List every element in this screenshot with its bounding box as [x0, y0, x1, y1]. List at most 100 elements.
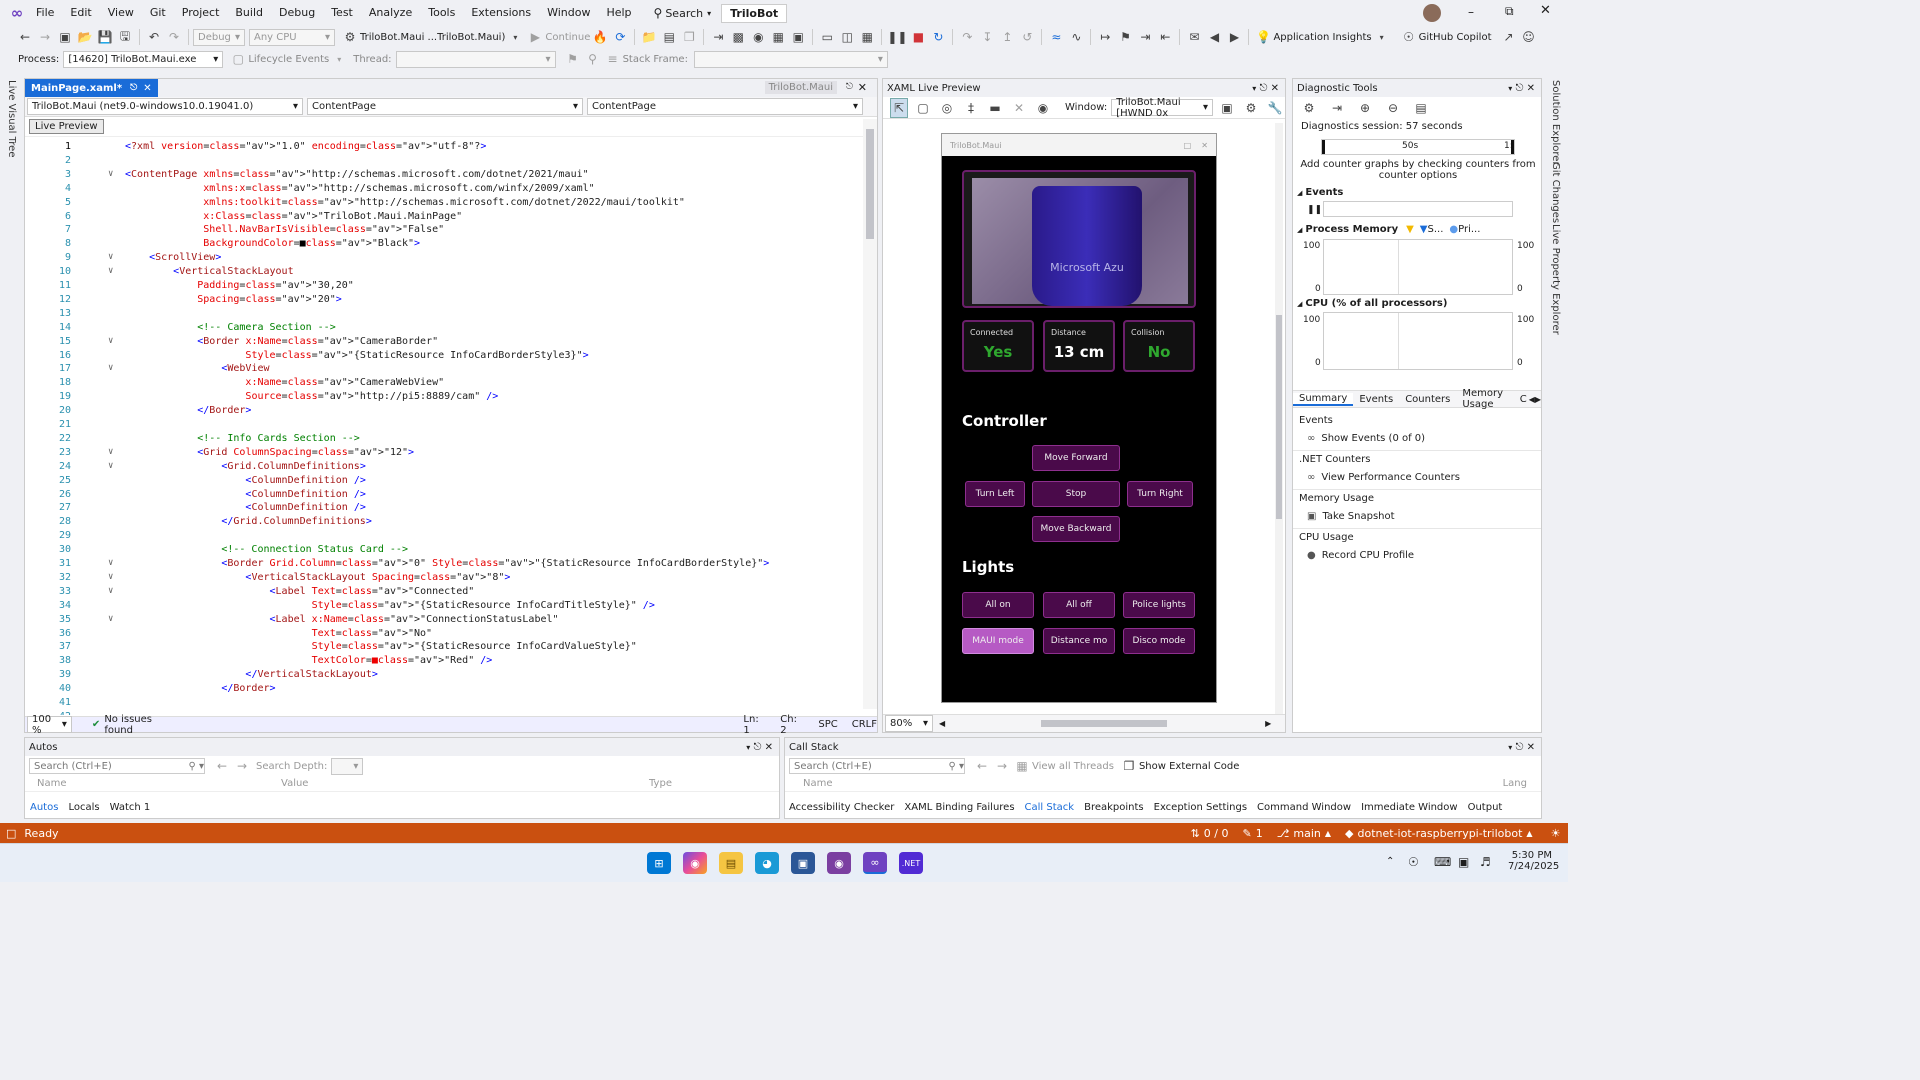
line-ending-indicator[interactable]: CRLF	[852, 719, 877, 730]
chevron-down-icon[interactable]: ▾	[1508, 743, 1512, 752]
back-icon[interactable]: ←	[213, 756, 231, 776]
security-icon[interactable]: ☉	[1408, 855, 1419, 869]
back-icon[interactable]: ←	[16, 27, 34, 47]
stack-frame-select[interactable]: ▾	[693, 50, 888, 68]
edge-browser-icon[interactable]: ◕	[755, 852, 779, 874]
process-memory-graph[interactable]	[1323, 239, 1513, 295]
export-icon[interactable]: ⇥	[1328, 98, 1346, 118]
summary-action-link[interactable]: ● Record CPU Profile	[1293, 546, 1541, 567]
timeline-ruler[interactable]: 50s 1:	[1321, 139, 1515, 155]
zoom-out-icon[interactable]: ⊖	[1384, 98, 1402, 118]
notifications-bell-icon[interactable]: ☀	[1551, 827, 1561, 840]
live-preview-button[interactable]: Live Preview	[29, 119, 104, 134]
preview-horizontal-scrollbar[interactable]	[1041, 720, 1168, 727]
save-all-icon[interactable]: 🖫	[116, 27, 134, 47]
scroll-tabs-right-icon[interactable]: ▶	[1535, 395, 1541, 404]
member-nav-select[interactable]: ContentPage ▾	[587, 98, 863, 115]
user-avatar[interactable]	[1423, 4, 1441, 22]
pin-icon[interactable]: ⎋	[846, 82, 853, 92]
pin-icon[interactable]: ⎋	[1516, 83, 1524, 94]
close-panel-icon[interactable]: ✕	[1271, 83, 1279, 94]
indent-icon[interactable]: ⇥	[1136, 27, 1154, 47]
store-icon[interactable]: ▣	[791, 852, 815, 874]
menu-item-tools[interactable]: Tools	[420, 0, 463, 26]
minimize-icon[interactable]: –	[1468, 5, 1474, 19]
pin-icon[interactable]: ⎋	[1516, 742, 1524, 753]
tab-events[interactable]: Events	[1353, 394, 1399, 405]
chevron-down-icon[interactable]: ▾	[1508, 84, 1512, 93]
show-external-code-button[interactable]: Show External Code	[1139, 761, 1239, 772]
fold-chevron-icon[interactable]: ∨	[108, 266, 113, 276]
terminal-icon[interactable]: ▦	[769, 27, 787, 47]
live-visual-tree-tab[interactable]: Live Visual Tree	[6, 80, 17, 157]
configuration-select[interactable]: Debug ▾	[193, 28, 245, 46]
autos-search-input[interactable]: Search (Ctrl+E) ⚲ ▾	[29, 758, 205, 774]
stop-button[interactable]: Stop	[1032, 481, 1120, 507]
hot-reload-icon[interactable]: 🔥	[591, 27, 609, 47]
chevron-down-icon[interactable]: ▾	[1373, 27, 1391, 47]
github-copilot-button[interactable]: GitHub Copilot	[1419, 32, 1492, 43]
menu-item-extensions[interactable]: Extensions	[463, 0, 539, 26]
call-stack-search-input[interactable]: Search (Ctrl+E) ⚲ ▾	[789, 758, 965, 774]
network-icon[interactable]: ▣	[1458, 855, 1469, 869]
process-memory-header[interactable]: ◢ Process Memory ▼ ▼ S... ● Pri...	[1297, 224, 1480, 235]
bookmark-icon[interactable]: ⚑	[1116, 27, 1134, 47]
new-item-icon[interactable]: ▣	[56, 27, 74, 47]
fold-chevron-icon[interactable]: ∨	[108, 447, 113, 457]
chevron-up-icon[interactable]: ⌃	[1386, 856, 1394, 867]
preview-zoom-select[interactable]: 80% ▾	[885, 715, 933, 732]
chevron-down-icon[interactable]: ▾	[746, 743, 750, 752]
copilot-app-icon[interactable]: ◉	[683, 852, 707, 874]
fold-chevron-icon[interactable]: ∨	[108, 336, 113, 346]
summary-action-link[interactable]: ▣ Take Snapshot	[1293, 507, 1541, 528]
threads-icon[interactable]: ≈	[1047, 27, 1065, 47]
screenshot-icon[interactable]: ▩	[729, 27, 747, 47]
menu-item-project[interactable]: Project	[174, 0, 228, 26]
menu-item-analyze[interactable]: Analyze	[361, 0, 420, 26]
start-menu-icon[interactable]: ⊞	[647, 852, 671, 874]
maximize-icon[interactable]: □	[1184, 141, 1192, 150]
forward-icon[interactable]: →	[993, 756, 1011, 776]
cpu-section-header[interactable]: ◢ CPU (% of all processors)	[1297, 298, 1447, 309]
step-over-icon[interactable]: ↷	[958, 27, 976, 47]
all-off-button[interactable]: All off	[1043, 592, 1115, 618]
process-select[interactable]: [14620] TriloBot.Maui.exe ▾	[63, 50, 224, 68]
device-icon[interactable]: ▣	[789, 27, 807, 47]
search-box[interactable]: ⚲ Search ▾	[654, 6, 712, 20]
search-depth-select[interactable]: ▾	[331, 757, 364, 775]
select-element-icon[interactable]: ⇱	[890, 97, 908, 118]
tab-cpu[interactable]: C	[1518, 394, 1529, 405]
export-icon[interactable]: ⇥	[709, 27, 727, 47]
all-on-button[interactable]: All on	[962, 592, 1034, 618]
pause-icon[interactable]: ❚❚	[887, 27, 907, 47]
display-adorners-icon[interactable]: ▢	[914, 98, 932, 118]
editor-vertical-scrollbar[interactable]	[863, 119, 877, 709]
bottom-tab-locals[interactable]: Locals	[68, 802, 99, 813]
refresh-icon[interactable]: ⟳	[611, 27, 629, 47]
volume-icon[interactable]: ♬	[1480, 855, 1491, 869]
live-property-explorer-tab[interactable]: Live Property Explorer	[1550, 224, 1561, 335]
screen-icon[interactable]: ▣	[1218, 98, 1236, 118]
settings-icon[interactable]: ⚙	[1242, 98, 1260, 118]
col-name[interactable]: Name	[803, 778, 833, 789]
maui-mode-button[interactable]: MAUI mode	[962, 628, 1034, 654]
pin-icon[interactable]: ⎋	[130, 83, 137, 93]
close-panel-icon[interactable]: ✕	[1527, 83, 1535, 94]
git-changes-tab[interactable]: Git Changes	[1550, 162, 1561, 223]
solution-explorer-tab[interactable]: Solution Explorer	[1550, 80, 1561, 166]
menu-item-git[interactable]: Git	[142, 0, 174, 26]
preview-eye-icon[interactable]: ◉	[1034, 98, 1052, 118]
close-panel-icon[interactable]: ✕	[765, 742, 773, 753]
close-icon[interactable]: ✕	[1201, 141, 1208, 150]
fold-chevron-icon[interactable]: ∨	[108, 461, 113, 471]
pin-icon[interactable]: ⎋	[754, 742, 762, 753]
menu-item-test[interactable]: Test	[323, 0, 361, 26]
police-lights-button[interactable]: Police lights	[1123, 592, 1195, 618]
tool-icon[interactable]: 🔧	[1266, 98, 1284, 118]
track-focus-icon[interactable]: ◎	[938, 98, 956, 118]
fold-chevron-icon[interactable]: ∨	[108, 558, 113, 568]
menu-item-window[interactable]: Window	[539, 0, 598, 26]
repository-name[interactable]: dotnet-iot-raspberrypi-trilobot	[1358, 827, 1523, 840]
step-back-icon[interactable]: ↺	[1018, 27, 1036, 47]
summary-action-link[interactable]: ∞ Show Events (0 of 0)	[1293, 429, 1541, 450]
